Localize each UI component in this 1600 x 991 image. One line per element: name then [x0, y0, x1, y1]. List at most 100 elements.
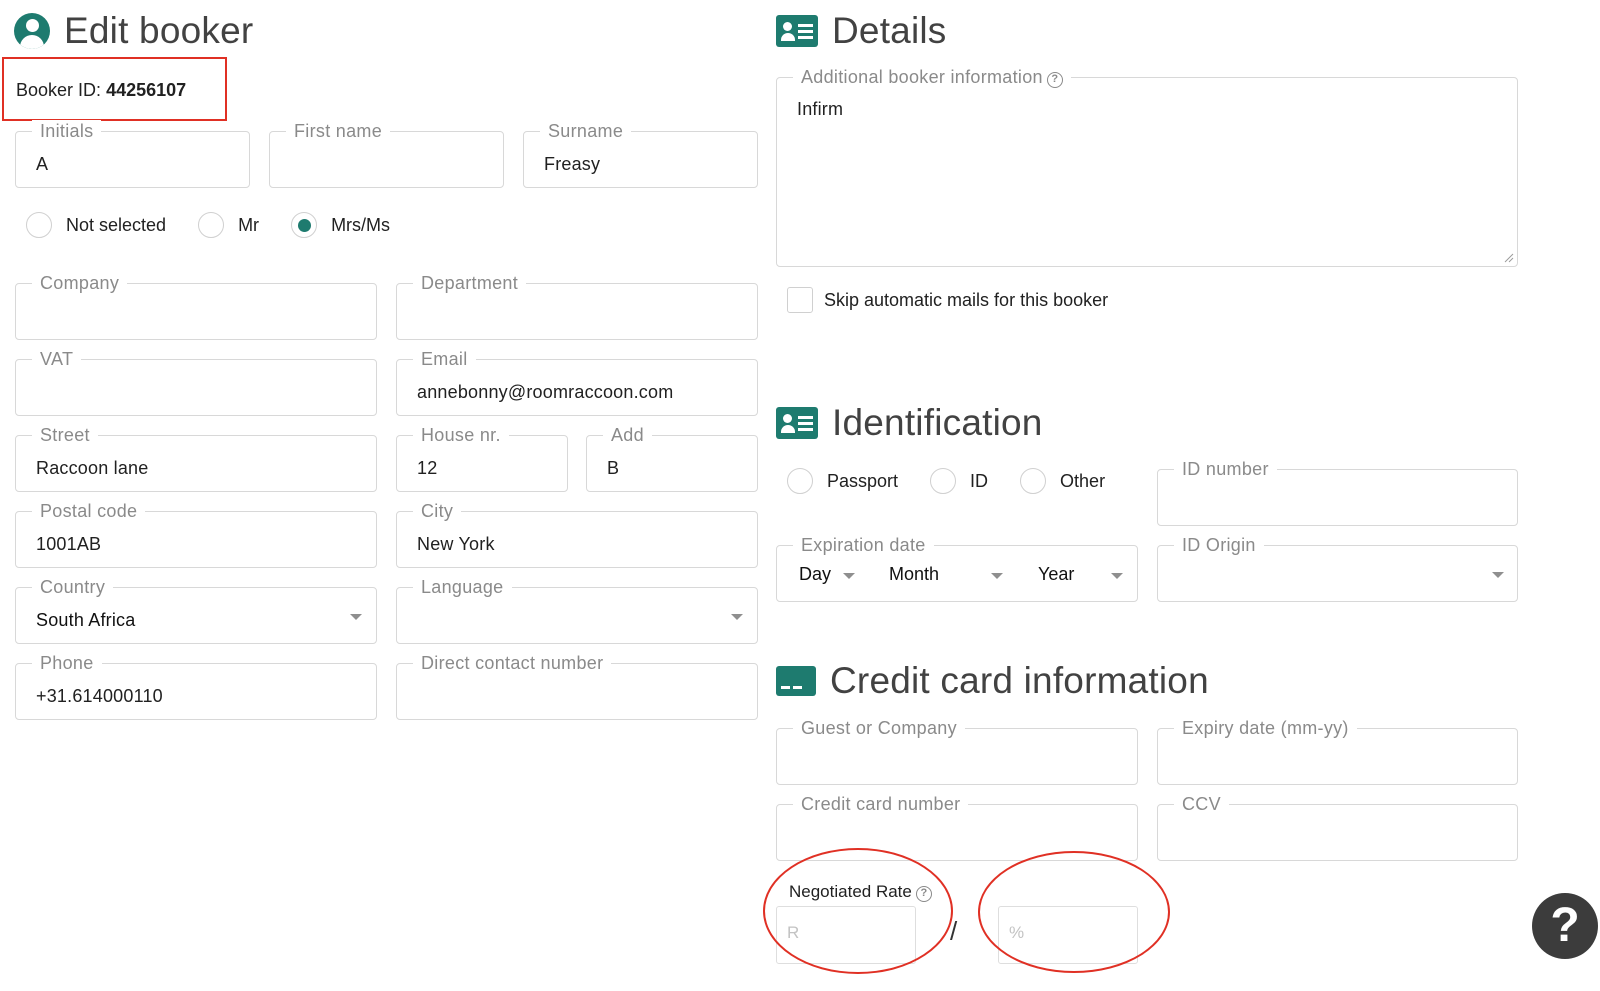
house-nr-value: 12: [417, 458, 438, 478]
postal-code-field[interactable]: Postal code 1001AB: [15, 500, 377, 568]
chevron-down-icon: [991, 573, 1003, 579]
booker-id: Booker ID: 44256107: [16, 80, 186, 101]
country-value: South Africa: [36, 610, 136, 630]
guest-or-company-label: Guest or Company: [793, 717, 965, 739]
highlight-oval-percent: [978, 851, 1170, 973]
help-fab-button[interactable]: ?: [1532, 893, 1598, 959]
card-number-label: Credit card number: [793, 793, 969, 815]
expiration-date-label: Expiration date: [793, 534, 934, 556]
radio-mr[interactable]: [198, 212, 225, 238]
help-icon[interactable]: ?: [1046, 72, 1063, 88]
house-nr-field[interactable]: House nr. 12: [396, 424, 568, 492]
add-label: Add: [603, 424, 652, 446]
day-select[interactable]: Day: [799, 564, 859, 588]
details-header: Details: [776, 10, 947, 52]
salutation-mrs-ms[interactable]: Mrs/Ms: [291, 212, 390, 238]
language-select[interactable]: Language: [396, 576, 758, 644]
radio-other[interactable]: [1020, 468, 1047, 494]
edit-booker-title: Edit booker: [64, 10, 254, 51]
booker-id-label: Booker ID:: [16, 80, 102, 100]
first-name-label: First name: [286, 120, 391, 142]
credit-card-title: Credit card information: [830, 660, 1209, 701]
country-label: Country: [32, 576, 114, 598]
identification-title: Identification: [832, 402, 1043, 443]
skip-mails-option[interactable]: Skip automatic mails for this booker: [787, 287, 1108, 313]
direct-contact-field[interactable]: Direct contact number: [396, 652, 758, 720]
vat-field[interactable]: VAT: [15, 348, 377, 416]
salutation-group: Not selected Mr Mrs/Ms: [26, 212, 390, 238]
language-label: Language: [413, 576, 512, 598]
radio-mr-label: Mr: [238, 214, 260, 235]
year-select[interactable]: Year: [1038, 564, 1128, 588]
add-value: B: [607, 458, 620, 478]
month-select[interactable]: Month: [889, 564, 1009, 588]
id-type-passport[interactable]: Passport: [787, 468, 898, 494]
skip-mails-checkbox[interactable]: [787, 287, 813, 313]
booker-id-value: 44256107: [106, 80, 187, 100]
direct-contact-label: Direct contact number: [413, 652, 612, 674]
chevron-down-icon: [1492, 572, 1504, 578]
skip-mails-label: Skip automatic mails for this booker: [824, 289, 1109, 310]
id-card-icon: [776, 15, 818, 47]
id-card-icon: [776, 407, 818, 439]
additional-info-label-text: Additional booker information: [801, 67, 1043, 87]
street-value: Raccoon lane: [36, 458, 149, 478]
credit-card-header: Credit card information: [776, 660, 1209, 702]
company-field[interactable]: Company: [15, 272, 377, 340]
street-label: Street: [32, 424, 98, 446]
radio-not-selected-label: Not selected: [66, 214, 167, 235]
radio-mrs-ms[interactable]: [291, 212, 318, 238]
add-field[interactable]: Add B: [586, 424, 758, 492]
ccv-label: CCV: [1174, 793, 1229, 815]
highlight-oval-amount: [763, 848, 953, 974]
initials-label: Initials: [32, 120, 102, 142]
email-field[interactable]: Email annebonny@roomraccoon.com: [396, 348, 758, 416]
phone-value: +31.614000110: [36, 686, 163, 706]
help-fab-wrap: ?: [1532, 893, 1600, 961]
id-type-id[interactable]: ID: [930, 468, 988, 494]
email-value: annebonny@roomraccoon.com: [417, 382, 674, 402]
chevron-down-icon: [1111, 573, 1123, 579]
expiration-date-field: Expiration date Day Month Year: [776, 534, 1138, 602]
surname-value: Freasy: [544, 154, 601, 174]
first-name-field[interactable]: First name: [269, 120, 504, 188]
id-number-field[interactable]: ID number: [1157, 458, 1518, 526]
credit-card-icon: [776, 666, 816, 696]
company-label: Company: [32, 272, 128, 294]
radio-id[interactable]: [930, 468, 957, 494]
department-label: Department: [413, 272, 527, 294]
year-select-value: Year: [1038, 564, 1075, 584]
id-origin-select[interactable]: ID Origin: [1157, 534, 1518, 602]
phone-field[interactable]: Phone +31.614000110: [15, 652, 377, 720]
city-field[interactable]: City New York: [396, 500, 758, 568]
id-number-label: ID number: [1174, 458, 1277, 480]
id-type-other[interactable]: Other: [1020, 468, 1105, 494]
street-field[interactable]: Street Raccoon lane: [15, 424, 377, 492]
ccv-field[interactable]: CCV: [1157, 793, 1518, 861]
id-type-group: Passport ID Other: [787, 468, 1105, 494]
surname-field[interactable]: Surname Freasy: [523, 120, 758, 188]
resize-handle-icon[interactable]: [1504, 253, 1514, 263]
city-value: New York: [417, 534, 495, 554]
guest-or-company-field[interactable]: Guest or Company: [776, 717, 1138, 785]
vat-label: VAT: [32, 348, 82, 370]
initials-value: A: [36, 154, 49, 174]
salutation-mr[interactable]: Mr: [198, 212, 259, 238]
expiry-date-label: Expiry date (mm-yy): [1174, 717, 1357, 739]
country-select[interactable]: Country South Africa: [15, 576, 377, 644]
initials-field[interactable]: Initials A: [15, 120, 250, 188]
radio-not-selected[interactable]: [26, 212, 52, 238]
chevron-down-icon: [350, 614, 362, 620]
additional-info-textarea[interactable]: Additional booker information? Infirm: [776, 66, 1518, 267]
phone-label: Phone: [32, 652, 102, 674]
department-field[interactable]: Department: [396, 272, 758, 340]
salutation-not-selected[interactable]: Not selected: [26, 212, 166, 238]
radio-mrs-ms-label: Mrs/Ms: [331, 214, 391, 235]
house-nr-label: House nr.: [413, 424, 509, 446]
radio-other-label: Other: [1060, 470, 1106, 491]
postal-code-label: Postal code: [32, 500, 146, 522]
radio-passport[interactable]: [787, 468, 813, 494]
radio-passport-label: Passport: [827, 470, 899, 491]
expiry-date-field[interactable]: Expiry date (mm-yy): [1157, 717, 1518, 785]
chevron-down-icon: [843, 573, 855, 579]
